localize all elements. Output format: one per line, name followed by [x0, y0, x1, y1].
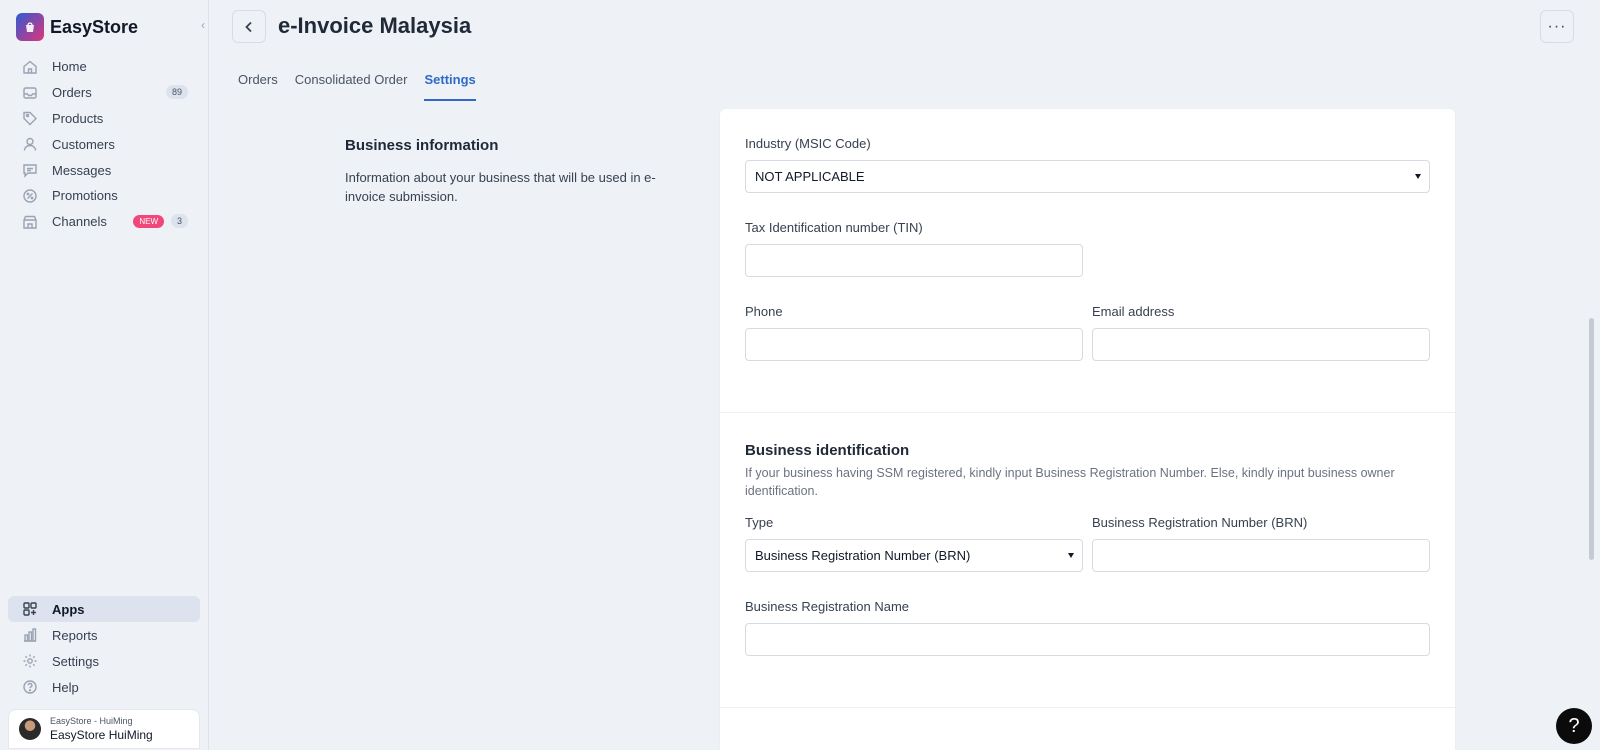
gear-icon [22, 653, 38, 669]
sidebar-item-channels[interactable]: Channels NEW 3 [8, 209, 200, 235]
caret-down-icon [1415, 174, 1421, 179]
home-icon [22, 59, 38, 75]
scrollbar-thumb[interactable] [1589, 318, 1594, 560]
sidebar-item-orders[interactable]: Orders 89 [8, 80, 200, 106]
tag-icon [22, 110, 38, 126]
section-divider [720, 412, 1455, 413]
sidebar-item-home[interactable]: Home [8, 54, 200, 80]
type-select-value: Business Registration Number (BRN) [755, 548, 971, 563]
sidebar-item-customers[interactable]: Customers [8, 131, 200, 157]
section-divider [720, 707, 1455, 708]
brand[interactable]: EasyStore [16, 13, 138, 41]
tin-input[interactable] [745, 244, 1083, 277]
business-identification-title: Business identification [745, 442, 910, 459]
sidebar-item-label: Products [52, 110, 104, 126]
sidebar-item-label: Apps [52, 601, 85, 617]
tab-settings[interactable]: Settings [424, 72, 477, 102]
store-icon [22, 214, 38, 230]
bottom-nav: Apps Reports Settings Help [8, 596, 200, 700]
industry-label: Industry (MSIC Code) [745, 136, 871, 151]
collapse-sidebar-icon[interactable]: ‹ [201, 18, 205, 32]
sidebar: EasyStore ‹ Home Orders 89 Products Cust… [0, 0, 209, 750]
channels-count-badge: 3 [170, 213, 188, 228]
tab-consolidated-order[interactable]: Consolidated Order [295, 72, 408, 102]
brn-name-input[interactable] [745, 623, 1430, 656]
discount-icon [22, 188, 38, 204]
tin-label: Tax Identification number (TIN) [745, 220, 923, 235]
main-nav: Home Orders 89 Products Customers Messag… [8, 54, 200, 235]
phone-label: Phone [745, 304, 783, 319]
tab-bar: Orders Consolidated Order Settings [238, 72, 493, 102]
more-options-button[interactable]: ··· [1540, 10, 1574, 43]
back-button[interactable] [232, 10, 266, 43]
sidebar-item-label: Channels [52, 214, 107, 230]
chart-icon [22, 627, 38, 643]
question-icon [22, 679, 38, 695]
orders-count-badge: 89 [165, 84, 188, 99]
business-information-title: Business information [345, 137, 499, 154]
account-switcher[interactable]: EasyStore - HuiMing EasyStore HuiMing [8, 709, 200, 749]
industry-select[interactable]: NOT APPLICABLE [745, 160, 1430, 193]
sidebar-item-label: Orders [52, 85, 92, 101]
tab-orders[interactable]: Orders [238, 72, 278, 102]
account-store: EasyStore - HuiMing [50, 716, 133, 726]
brand-name: EasyStore [50, 16, 139, 37]
apps-icon [22, 601, 38, 617]
sidebar-item-help[interactable]: Help [8, 674, 200, 700]
business-information-description: Information about your business that wil… [345, 170, 656, 204]
page-title: e-Invoice Malaysia [278, 13, 472, 38]
chevron-left-icon [245, 21, 252, 32]
industry-select-value: NOT APPLICABLE [755, 169, 865, 184]
email-label: Email address [1092, 304, 1175, 319]
sidebar-item-settings[interactable]: Settings [8, 648, 200, 674]
brn-label: Business Registration Number (BRN) [1092, 515, 1308, 530]
sidebar-item-apps[interactable]: Apps [8, 596, 200, 622]
brn-name-label: Business Registration Name [745, 599, 910, 614]
sidebar-item-products[interactable]: Products [8, 106, 200, 132]
type-select[interactable]: Business Registration Number (BRN) [745, 539, 1083, 572]
inbox-icon [22, 85, 38, 101]
type-label: Type [745, 515, 774, 530]
brn-input[interactable] [1092, 539, 1430, 572]
sidebar-item-label: Customers [52, 136, 115, 152]
chat-icon [22, 162, 38, 178]
sidebar-item-label: Promotions [52, 188, 118, 204]
user-icon [22, 136, 38, 152]
new-badge: NEW [133, 214, 164, 228]
sidebar-item-label: Help [52, 679, 79, 695]
sidebar-item-label: Settings [52, 653, 99, 669]
phone-input[interactable] [745, 328, 1083, 361]
sidebar-item-reports[interactable]: Reports [8, 622, 200, 648]
sidebar-item-label: Messages [52, 162, 112, 178]
sidebar-item-promotions[interactable]: Promotions [8, 183, 200, 209]
business-identification-description: If your business having SSM registered, … [745, 466, 1395, 498]
caret-down-icon [1068, 553, 1074, 558]
email-input[interactable] [1092, 328, 1430, 361]
help-button[interactable]: ? [1556, 708, 1592, 744]
easystore-logo-icon [16, 13, 44, 41]
sidebar-item-messages[interactable]: Messages [8, 157, 200, 183]
sidebar-item-label: Home [52, 59, 87, 75]
avatar [19, 718, 41, 740]
account-name: EasyStore HuiMing [50, 728, 153, 742]
sidebar-item-label: Reports [52, 627, 98, 643]
